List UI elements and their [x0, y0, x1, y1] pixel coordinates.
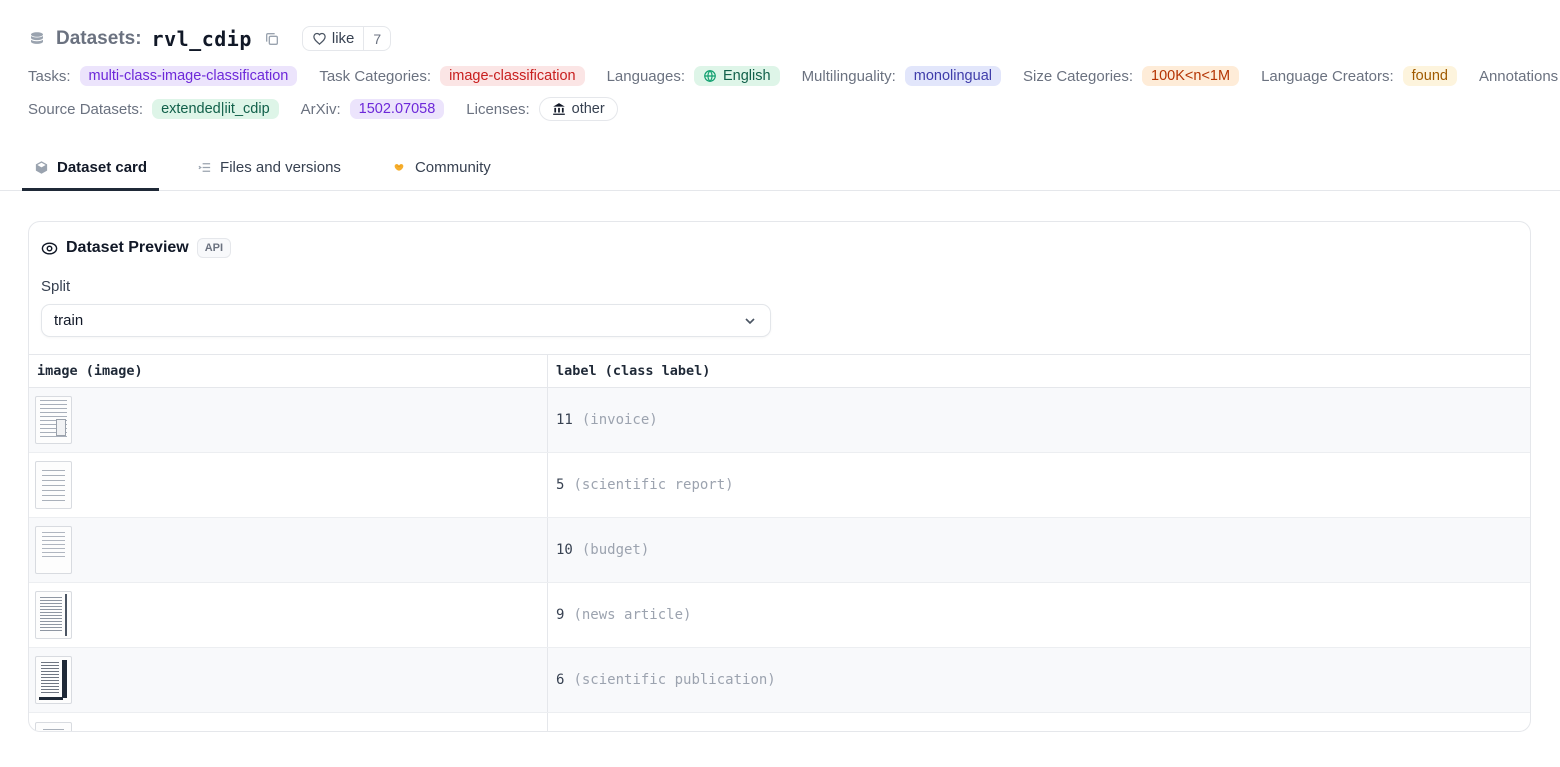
tag-label-multilinguality: Multilinguality: [802, 68, 896, 85]
tag-task-categories-value[interactable]: image-classification [440, 66, 585, 86]
title-row: Datasets: rvl_cdip like 7 [28, 26, 1532, 51]
heart-icon [312, 31, 327, 46]
tag-group-source-datasets: Source Datasets: extended|iit_cdip [28, 99, 279, 119]
tag-label-annotations-creators: Annotations Creators: [1479, 68, 1560, 85]
dataset-name: rvl_cdip [152, 27, 252, 51]
news-article-document-thumbnail[interactable] [35, 591, 72, 639]
tag-group-tasks: Tasks: multi-class-image-classification [28, 66, 297, 86]
tag-row-1: Tasks: multi-class-image-classification … [28, 66, 1532, 86]
tag-group-languages: Languages: English [607, 66, 780, 86]
copy-icon[interactable] [264, 31, 280, 47]
tag-source-datasets-value[interactable]: extended|iit_cdip [152, 99, 279, 119]
tag-label-source-datasets: Source Datasets: [28, 101, 143, 118]
tab-community[interactable]: Community [385, 159, 497, 190]
globe-icon [703, 69, 717, 83]
tag-arxiv-value[interactable]: 1502.07058 [350, 99, 445, 119]
preview-table: image (image) label (class label) 11 (in… [29, 354, 1530, 732]
label-value: 11 [556, 412, 573, 428]
label-value: 9 [556, 607, 564, 623]
label-name: (news article) [573, 607, 691, 623]
tag-label-task-categories: Task Categories: [319, 68, 431, 85]
like-count: 7 [363, 27, 390, 50]
tag-licenses-value[interactable]: other [539, 97, 618, 121]
tag-row-2: Source Datasets: extended|iit_cdip ArXiv… [28, 97, 1532, 121]
page-header: Datasets: rvl_cdip like 7 Tasks: multi-c… [0, 0, 1560, 121]
column-header-image: image (image) [29, 355, 548, 387]
table-row: 11 (invoice) [29, 388, 1530, 453]
tag-group-licenses: Licenses: other [466, 97, 617, 121]
tab-files-and-versions[interactable]: Files and versions [191, 159, 347, 190]
dataset-card-cube-icon [34, 160, 49, 175]
table-row [29, 713, 1530, 732]
preview-title: Dataset Preview [66, 239, 189, 257]
table-row: 6 (scientific publication) [29, 648, 1530, 713]
tag-size-categories-value[interactable]: 100K<n<1M [1142, 66, 1239, 86]
tag-group-language-creators: Language Creators: found [1261, 66, 1457, 86]
tag-group-arxiv: ArXiv: 1502.07058 [301, 99, 445, 119]
like-button[interactable]: like 7 [302, 26, 391, 51]
tag-label-language-creators: Language Creators: [1261, 68, 1394, 85]
community-hands-icon [391, 160, 407, 176]
files-versions-icon [197, 160, 212, 175]
tab-dataset-card[interactable]: Dataset card [28, 159, 153, 190]
split-select-value: train [54, 312, 83, 329]
license-bank-icon [552, 102, 566, 116]
api-badge[interactable]: API [197, 238, 231, 258]
tag-tasks-value[interactable]: multi-class-image-classification [80, 66, 298, 86]
label-value: 5 [556, 477, 564, 493]
preview-header: Dataset Preview API [29, 222, 1530, 258]
tag-languages-text: English [723, 68, 771, 84]
split-label: Split [41, 278, 1530, 295]
table-row: 10 (budget) [29, 518, 1530, 583]
table-row: 5 (scientific report) [29, 453, 1530, 518]
label-name: (invoice) [582, 412, 658, 428]
tab-dataset-card-label: Dataset card [57, 159, 147, 176]
tag-label-arxiv: ArXiv: [301, 101, 341, 118]
tab-bar: Dataset card Files and versions Communit… [0, 145, 1560, 191]
dataset-preview-card: Dataset Preview API Split train image (i… [28, 221, 1531, 732]
tag-label-tasks: Tasks: [28, 68, 71, 85]
main-content: Dataset Preview API Split train image (i… [0, 221, 1560, 732]
scientific-report-document-thumbnail[interactable] [35, 461, 72, 509]
tag-licenses-text: other [572, 101, 605, 117]
table-row: 9 (news article) [29, 583, 1530, 648]
table-header: image (image) label (class label) [29, 355, 1530, 388]
budget-document-thumbnail[interactable] [35, 526, 72, 574]
label-value: 6 [556, 672, 564, 688]
tab-community-label: Community [415, 159, 491, 176]
tag-group-multilinguality: Multilinguality: monolingual [802, 66, 1001, 86]
tag-group-task-categories: Task Categories: image-classification [319, 66, 584, 86]
tag-label-size-categories: Size Categories: [1023, 68, 1133, 85]
eye-icon [41, 240, 58, 257]
tag-label-licenses: Licenses: [466, 101, 529, 118]
scientific-publication-document-thumbnail[interactable] [35, 656, 72, 704]
column-header-label: label (class label) [548, 355, 1530, 387]
datasets-section-label: Datasets: [56, 28, 142, 50]
label-name: (scientific report) [573, 477, 733, 493]
label-name: (scientific publication) [573, 672, 775, 688]
tag-languages-value[interactable]: English [694, 66, 780, 86]
label-name: (budget) [582, 542, 649, 558]
invoice-document-thumbnail[interactable] [35, 396, 72, 444]
tag-group-size-categories: Size Categories: 100K<n<1M [1023, 66, 1239, 86]
tag-language-creators-value[interactable]: found [1403, 66, 1457, 86]
like-label: like [332, 30, 355, 47]
document-thumbnail-partial[interactable] [35, 722, 72, 733]
split-select[interactable]: train [41, 304, 771, 337]
tag-multilinguality-value[interactable]: monolingual [905, 66, 1001, 86]
table-body: 11 (invoice) 5 (scientific report) [29, 388, 1530, 732]
chevron-down-icon [742, 313, 758, 329]
tag-group-annotations-creators: Annotations Creators: found [1479, 66, 1560, 86]
tag-label-languages: Languages: [607, 68, 685, 85]
tab-files-and-versions-label: Files and versions [220, 159, 341, 176]
datasets-database-icon [28, 30, 46, 48]
label-value: 10 [556, 542, 573, 558]
